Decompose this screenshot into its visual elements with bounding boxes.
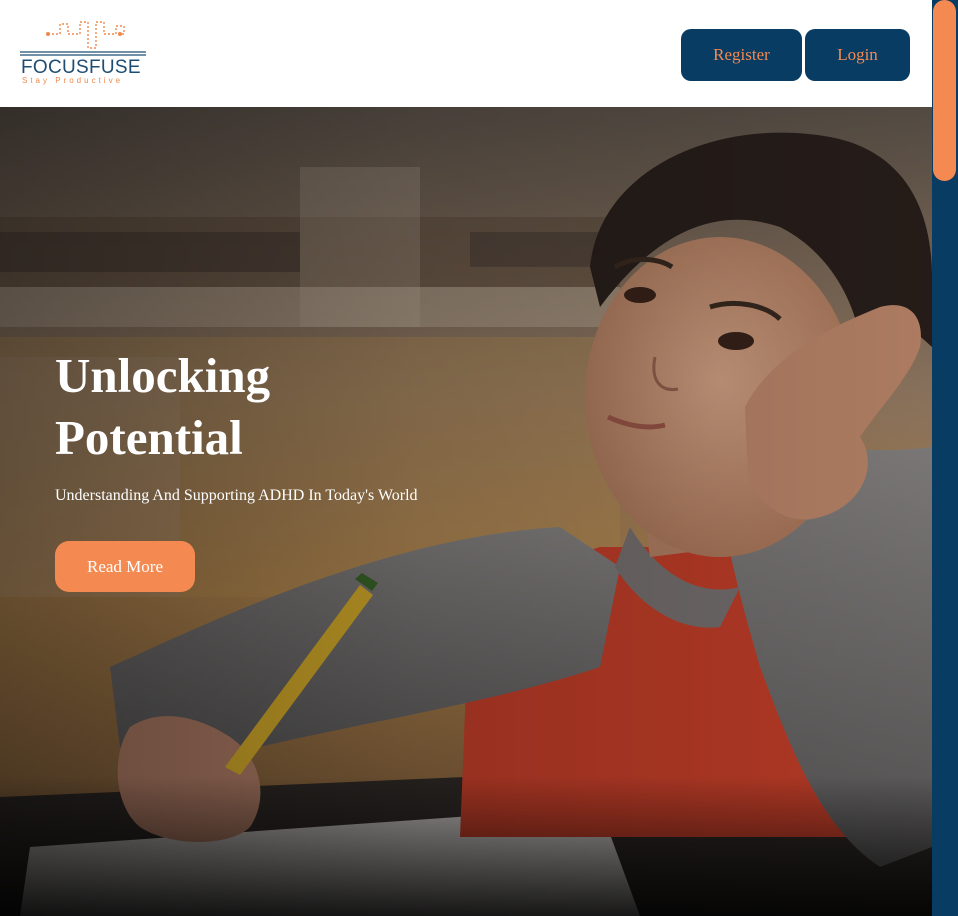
hero-title: Unlocking Potential — [55, 348, 271, 465]
site-header: FOCUSFUSE Stay Productive Register Login — [0, 0, 932, 107]
logo-tagline: Stay Productive — [22, 76, 124, 85]
hero-section: Unlocking Potential Understanding And Su… — [0, 107, 932, 916]
logo[interactable]: FOCUSFUSE Stay Productive — [20, 18, 150, 88]
hero-subtitle: Understanding And Supporting ADHD In Tod… — [55, 487, 418, 504]
read-more-button[interactable]: Read More — [55, 541, 195, 592]
page: FOCUSFUSE Stay Productive Register Login — [0, 0, 958, 916]
hero-bottom-fade — [0, 776, 932, 916]
register-button[interactable]: Register — [681, 29, 802, 81]
logo-mark-icon — [20, 21, 146, 56]
login-button[interactable]: Login — [805, 29, 910, 81]
page-scrollbar[interactable] — [932, 0, 958, 916]
scrollbar-thumb[interactable] — [933, 0, 956, 181]
